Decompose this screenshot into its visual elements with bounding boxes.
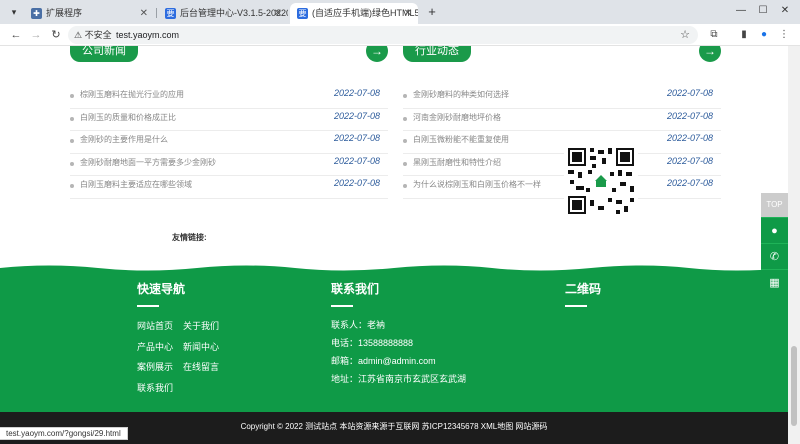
friend-links-label: 友情链接: xyxy=(172,233,207,242)
title-underline xyxy=(331,305,353,307)
industry-news-section: 行业动态 → 金刚砂磨料的种类如何选择 2022-07-08 河南金刚砂耐磨地坪… xyxy=(403,46,721,199)
browser-toolbar: ← → ↻ ⚠ 不安全 test.yaoym.com ☆ ⧉ ▮ ● ⋮ xyxy=(0,24,800,46)
contact-email: 邮箱：admin@admin.com xyxy=(331,356,436,366)
puzzle-icon: ✚ xyxy=(31,8,42,19)
arrow-right-icon[interactable]: → xyxy=(699,46,721,62)
column-title: 二维码 xyxy=(565,282,602,296)
bullet-icon xyxy=(403,161,407,166)
quick-nav-column: 快速导航 xyxy=(137,280,185,307)
page-scrollbar[interactable] xyxy=(788,46,800,444)
new-tab-button[interactable]: + xyxy=(424,3,440,21)
contact-address: 地址：江苏省南京市玄武区玄武湖 xyxy=(331,374,467,384)
address-bar[interactable]: ⚠ 不安全 test.yaoym.com ☆ xyxy=(68,26,698,44)
list-item[interactable]: 金刚砂耐磨地面一平方需要多少金刚砂 2022-07-08 xyxy=(70,154,388,176)
url-text: test.yaoym.com xyxy=(116,30,180,40)
company-news-section: 公司新闻 → 棕刚玉磨料在抛光行业的应用 2022-07-08 白刚玉的质量和价… xyxy=(70,46,388,199)
yao-icon: 要 xyxy=(165,8,176,19)
list-item[interactable]: 河南金刚砂耐磨地坪价格 2022-07-08 xyxy=(403,109,721,131)
qr-column: 二维码 xyxy=(565,280,601,307)
back-to-top-button[interactable]: TOP xyxy=(761,193,788,217)
bullet-icon xyxy=(70,161,74,166)
qr-code-image xyxy=(564,144,638,218)
news-list: 金刚砂磨料的种类如何选择 2022-07-08 河南金刚砂耐磨地坪价格 2022… xyxy=(403,86,721,199)
bullet-icon xyxy=(70,184,74,188)
bullet-icon xyxy=(403,94,407,98)
title-underline xyxy=(565,305,587,307)
bullet-icon xyxy=(403,139,407,143)
site-footer: 快速导航 网站首页 产品中心 案例展示 联系我们 关于我们 新闻中心 在线留言 … xyxy=(0,263,788,414)
quick-nav-right: 关于我们 新闻中心 在线留言 xyxy=(183,316,219,378)
tab-divider xyxy=(156,8,157,18)
list-item[interactable]: 白刚玉磨料主要适应在哪些领域 2022-07-08 xyxy=(70,176,388,199)
menu-icon[interactable]: ⋮ xyxy=(776,27,792,43)
back-icon[interactable]: ← xyxy=(8,27,24,43)
column-title: 联系我们 xyxy=(331,282,380,296)
close-window-icon[interactable]: ✕ xyxy=(776,3,794,19)
bookmark-star-icon[interactable]: ☆ xyxy=(680,26,690,44)
nav-link-message[interactable]: 在线留言 xyxy=(183,357,219,378)
bullet-icon xyxy=(403,184,407,188)
nav-link-home[interactable]: 网站首页 xyxy=(137,316,173,337)
list-item[interactable]: 黑刚玉耐磨性和特性介绍 2022-07-08 xyxy=(403,154,721,176)
tab-admin[interactable]: 要 后台管理中心-V3.1.5-2022070 ✕ xyxy=(158,3,288,24)
list-item[interactable]: 白刚玉微粉能不能重复使用 2022-07-08 xyxy=(403,131,721,154)
tab-label: (自适应手机端)绿色HTML5响应 xyxy=(312,8,418,18)
tab-search-icon[interactable]: ▾ xyxy=(6,4,22,20)
forward-icon[interactable]: → xyxy=(28,27,44,43)
section-title[interactable]: 公司新闻 xyxy=(70,46,138,62)
phone-icon[interactable]: ✆ xyxy=(761,243,788,269)
nav-link-products[interactable]: 产品中心 xyxy=(137,337,173,358)
close-icon[interactable]: ✕ xyxy=(274,3,282,24)
web-page: 公司新闻 → 棕刚玉磨料在抛光行业的应用 2022-07-08 白刚玉的质量和价… xyxy=(0,46,788,444)
list-item[interactable]: 金刚砂磨料的种类如何选择 2022-07-08 xyxy=(403,86,721,109)
nav-link-contact[interactable]: 联系我们 xyxy=(137,378,173,399)
tab-current[interactable]: 要 (自适应手机端)绿色HTML5响应 ✕ xyxy=(290,3,418,24)
side-panel-icon[interactable]: ▮ xyxy=(736,27,752,43)
list-item[interactable]: 棕刚玉磨料在抛光行业的应用 2022-07-08 xyxy=(70,86,388,109)
qr-code-icon[interactable]: ▦ xyxy=(761,269,788,295)
extensions-icon[interactable]: ⧉ xyxy=(706,27,722,43)
reload-icon[interactable]: ↻ xyxy=(48,27,64,43)
contact-column: 联系我们 xyxy=(331,280,379,307)
bullet-icon xyxy=(70,139,74,143)
list-item[interactable]: 金刚砂的主要作用是什么 2022-07-08 xyxy=(70,131,388,154)
wave-divider xyxy=(0,263,788,271)
arrow-right-icon[interactable]: → xyxy=(366,46,388,62)
quick-nav-left: 网站首页 产品中心 案例展示 联系我们 xyxy=(137,316,173,398)
bullet-icon xyxy=(70,116,74,121)
bullet-icon xyxy=(403,116,407,121)
bullet-icon xyxy=(70,94,74,98)
close-icon[interactable]: ✕ xyxy=(404,3,412,24)
maximize-icon[interactable]: ☐ xyxy=(754,3,772,19)
yao-icon: 要 xyxy=(297,8,308,19)
qq-icon[interactable]: ● xyxy=(761,217,788,243)
tab-extensions[interactable]: ✚ 扩展程序 ✕ xyxy=(24,3,154,24)
security-warning[interactable]: ⚠ 不安全 xyxy=(74,26,112,44)
column-title: 快速导航 xyxy=(137,282,186,296)
list-item[interactable]: 为什么说棕刚玉和白刚玉价格不一样 2022-07-08 xyxy=(403,176,721,199)
profile-icon[interactable]: ● xyxy=(756,27,772,43)
nav-link-about[interactable]: 关于我们 xyxy=(183,316,219,337)
status-url: test.yaoym.com/?gongsi/29.html xyxy=(0,427,128,440)
title-underline xyxy=(137,305,159,307)
nav-link-cases[interactable]: 案例展示 xyxy=(137,357,173,378)
contact-person: 联系人：老衲 xyxy=(331,320,386,330)
contact-info: 联系人：老衲 电话：13588888888 邮箱：admin@admin.com… xyxy=(331,316,466,388)
close-icon[interactable]: ✕ xyxy=(140,3,148,24)
list-item[interactable]: 白刚玉的质量和价格成正比 2022-07-08 xyxy=(70,109,388,131)
qr-code-icon xyxy=(564,144,638,218)
warning-icon: ⚠ xyxy=(74,30,83,40)
news-list: 棕刚玉磨料在抛光行业的应用 2022-07-08 白刚玉的质量和价格成正比 20… xyxy=(70,86,388,199)
tab-strip: ▾ ✚ 扩展程序 ✕ 要 后台管理中心-V3.1.5-2022070 ✕ 要 (… xyxy=(0,0,800,24)
minimize-icon[interactable]: — xyxy=(732,3,750,19)
tab-label: 后台管理中心-V3.1.5-2022070 xyxy=(180,8,288,18)
tab-label: 扩展程序 xyxy=(46,8,83,18)
contact-phone: 电话：13588888888 xyxy=(331,338,414,348)
scroll-thumb[interactable] xyxy=(791,346,797,426)
section-title[interactable]: 行业动态 xyxy=(403,46,471,62)
nav-link-news[interactable]: 新闻中心 xyxy=(183,337,219,358)
